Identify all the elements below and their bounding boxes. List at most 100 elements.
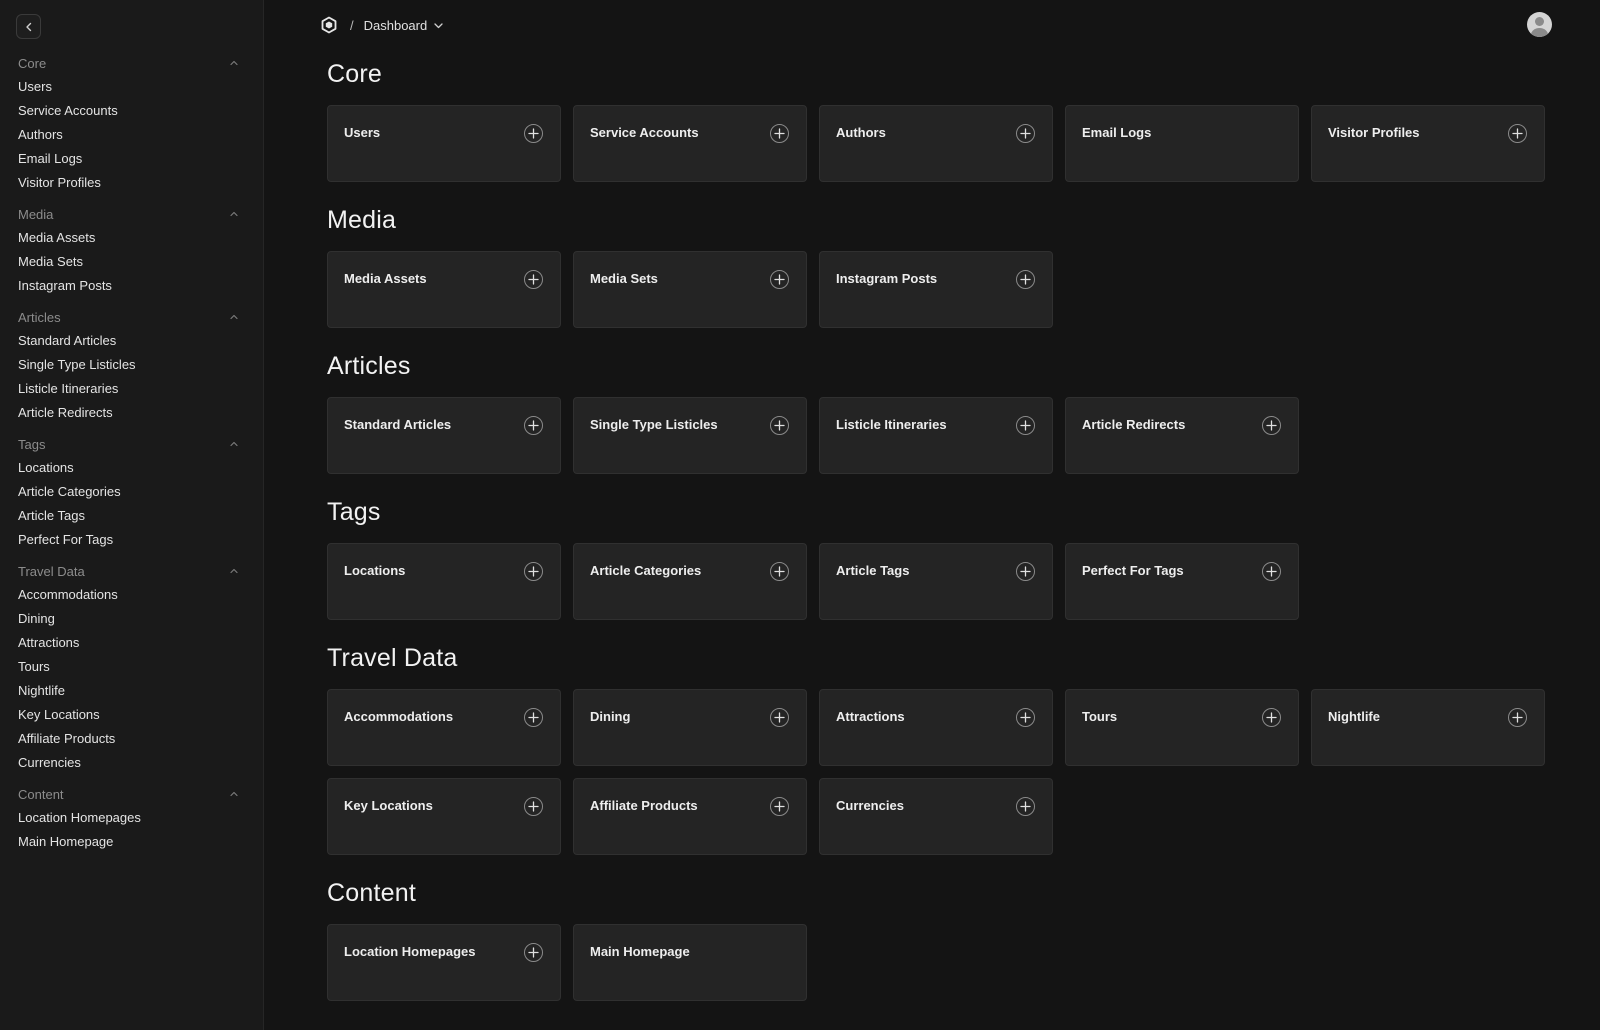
sidebar-item-instagram-posts[interactable]: Instagram Posts (0, 274, 263, 298)
breadcrumb-dashboard[interactable]: Dashboard (364, 18, 445, 33)
sidebar-item-visitor-profiles[interactable]: Visitor Profiles (0, 171, 263, 195)
sidebar-item-main-homepage[interactable]: Main Homepage (0, 830, 263, 854)
sidebar-item-article-categories[interactable]: Article Categories (0, 480, 263, 504)
sidebar-item-service-accounts[interactable]: Service Accounts (0, 99, 263, 123)
add-single-type-listicles-button[interactable] (770, 416, 789, 435)
add-media-assets-button[interactable] (524, 270, 543, 289)
sidebar-item-tours[interactable]: Tours (0, 655, 263, 679)
card-single-type-listicles[interactable]: Single Type Listicles (573, 397, 807, 474)
sidebar-item-accommodations[interactable]: Accommodations (0, 583, 263, 607)
add-dining-button[interactable] (770, 708, 789, 727)
card-attractions[interactable]: Attractions (819, 689, 1053, 766)
add-key-locations-button[interactable] (524, 797, 543, 816)
chevron-up-icon (230, 441, 238, 447)
sidebar-item-users[interactable]: Users (0, 75, 263, 99)
card-users[interactable]: Users (327, 105, 561, 182)
plus-icon (1020, 801, 1031, 812)
sidebar-group-header[interactable]: Media (0, 202, 263, 226)
add-accommodations-button[interactable] (524, 708, 543, 727)
card-title: Article Categories (590, 563, 702, 578)
section-title: Core (327, 60, 382, 88)
sidebar-item-dining[interactable]: Dining (0, 607, 263, 631)
add-affiliate-products-button[interactable] (770, 797, 789, 816)
user-avatar-icon[interactable] (1527, 12, 1552, 37)
main-area: / Dashboard Core Users Service Accounts Aut… (264, 0, 1600, 1030)
sidebar-item-perfect-for-tags[interactable]: Perfect For Tags (0, 528, 263, 552)
add-currencies-button[interactable] (1016, 797, 1035, 816)
card-tours[interactable]: Tours (1065, 689, 1299, 766)
sidebar-item-key-locations[interactable]: Key Locations (0, 703, 263, 727)
card-article-categories[interactable]: Article Categories (573, 543, 807, 620)
sidebar-item-nightlife[interactable]: Nightlife (0, 679, 263, 703)
sidebar-item-single-type-listicles[interactable]: Single Type Listicles (0, 353, 263, 377)
sidebar-item-locations[interactable]: Locations (0, 456, 263, 480)
sidebar-item-article-redirects[interactable]: Article Redirects (0, 401, 263, 425)
add-location-homepages-button[interactable] (524, 943, 543, 962)
add-authors-button[interactable] (1016, 124, 1035, 143)
sidebar-group-header[interactable]: Travel Data (0, 559, 263, 583)
hexagon-logo-icon[interactable] (320, 16, 338, 34)
plus-icon (528, 801, 539, 812)
add-attractions-button[interactable] (1016, 708, 1035, 727)
add-nightlife-button[interactable] (1508, 708, 1527, 727)
sidebar-item-authors[interactable]: Authors (0, 123, 263, 147)
add-standard-articles-button[interactable] (524, 416, 543, 435)
add-article-tags-button[interactable] (1016, 562, 1035, 581)
card-email-logs[interactable]: Email Logs (1065, 105, 1299, 182)
card-title: Affiliate Products (590, 798, 698, 813)
sidebar-item-media-sets[interactable]: Media Sets (0, 250, 263, 274)
card-standard-articles[interactable]: Standard Articles (327, 397, 561, 474)
card-title: Instagram Posts (836, 271, 938, 286)
card-currencies[interactable]: Currencies (819, 778, 1053, 855)
card-visitor-profiles[interactable]: Visitor Profiles (1311, 105, 1545, 182)
card-service-accounts[interactable]: Service Accounts (573, 105, 807, 182)
sidebar-item-standard-articles[interactable]: Standard Articles (0, 329, 263, 353)
card-nightlife[interactable]: Nightlife (1311, 689, 1545, 766)
add-article-categories-button[interactable] (770, 562, 789, 581)
sidebar-item-currencies[interactable]: Currencies (0, 751, 263, 775)
add-media-sets-button[interactable] (770, 270, 789, 289)
card-authors[interactable]: Authors (819, 105, 1053, 182)
add-visitor-profiles-button[interactable] (1508, 124, 1527, 143)
plus-icon (528, 128, 539, 139)
chevron-left-icon (25, 22, 31, 31)
add-tours-button[interactable] (1262, 708, 1281, 727)
sidebar-group-header[interactable]: Core (0, 51, 263, 75)
collapse-sidebar-button[interactable] (16, 14, 41, 39)
card-location-homepages[interactable]: Location Homepages (327, 924, 561, 1001)
sidebar-item-listicle-itineraries[interactable]: Listicle Itineraries (0, 377, 263, 401)
sidebar-group-header[interactable]: Articles (0, 305, 263, 329)
card-accommodations[interactable]: Accommodations (327, 689, 561, 766)
add-perfect-for-tags-button[interactable] (1262, 562, 1281, 581)
sidebar-item-location-homepages[interactable]: Location Homepages (0, 806, 263, 830)
add-listicle-itineraries-button[interactable] (1016, 416, 1035, 435)
card-article-tags[interactable]: Article Tags (819, 543, 1053, 620)
card-article-redirects[interactable]: Article Redirects (1065, 397, 1299, 474)
card-locations[interactable]: Locations (327, 543, 561, 620)
add-users-button[interactable] (524, 124, 543, 143)
plus-icon (774, 128, 785, 139)
add-article-redirects-button[interactable] (1262, 416, 1281, 435)
card-dining[interactable]: Dining (573, 689, 807, 766)
sidebar-item-attractions[interactable]: Attractions (0, 631, 263, 655)
sidebar-group-header[interactable]: Content (0, 782, 263, 806)
card-instagram-posts[interactable]: Instagram Posts (819, 251, 1053, 328)
card-main-homepage[interactable]: Main Homepage (573, 924, 807, 1001)
add-service-accounts-button[interactable] (770, 124, 789, 143)
add-instagram-posts-button[interactable] (1016, 270, 1035, 289)
card-title: Attractions (836, 709, 905, 724)
sidebar-group-header[interactable]: Tags (0, 432, 263, 456)
card-listicle-itineraries[interactable]: Listicle Itineraries (819, 397, 1053, 474)
card-perfect-for-tags[interactable]: Perfect For Tags (1065, 543, 1299, 620)
sidebar-item-media-assets[interactable]: Media Assets (0, 226, 263, 250)
sidebar-nav: Core Users Service Accounts Authors Email Lo… (0, 51, 263, 854)
card-affiliate-products[interactable]: Affiliate Products (573, 778, 807, 855)
sidebar-item-email-logs[interactable]: Email Logs (0, 147, 263, 171)
sidebar-item-article-tags[interactable]: Article Tags (0, 504, 263, 528)
card-grid: Locations Article Categories Article Tags P… (327, 543, 1537, 620)
card-media-sets[interactable]: Media Sets (573, 251, 807, 328)
add-locations-button[interactable] (524, 562, 543, 581)
sidebar-item-affiliate-products[interactable]: Affiliate Products (0, 727, 263, 751)
card-media-assets[interactable]: Media Assets (327, 251, 561, 328)
card-key-locations[interactable]: Key Locations (327, 778, 561, 855)
